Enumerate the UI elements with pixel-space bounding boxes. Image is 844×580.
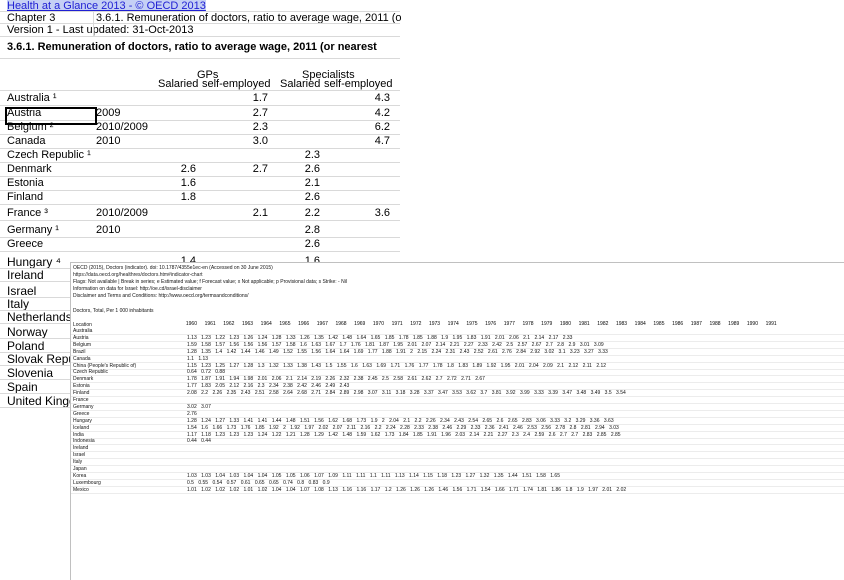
row-gp-self-employed: 2.3	[252, 121, 268, 133]
col-header-gp-self: self-employed	[202, 78, 271, 90]
table-title: 3.6.1. Remuneration of doctors, ratio to…	[7, 41, 377, 53]
overlay-year: 1979	[541, 321, 553, 327]
col-header-sp-self: self-employed	[324, 78, 393, 90]
overlay-year: 1966	[298, 321, 310, 327]
overlay-flags: Flags: Not available | Break in series; …	[73, 279, 347, 285]
overlay-year: 1990	[746, 321, 758, 327]
overlay-year: 1985	[653, 321, 665, 327]
overlay-year: 1964	[260, 321, 272, 327]
row-sp-salaried: 2.6	[304, 191, 320, 203]
row-country: Germany ¹	[7, 224, 59, 236]
row-country: Ireland	[7, 268, 44, 282]
overlay-year: 1972	[410, 321, 422, 327]
selected-cell[interactable]	[5, 107, 97, 125]
row-gp-self-employed: 2.7	[252, 163, 268, 175]
row-country: Spain	[7, 380, 38, 394]
row-sp-salaried: 2.8	[304, 224, 320, 236]
overlay-israel-note: Information on data for Israel: http://o…	[73, 286, 202, 292]
row-gp-salaried: 2.6	[180, 163, 196, 175]
overlay-year: 1962	[223, 321, 235, 327]
row-year: 2010/2009	[96, 121, 148, 133]
overlay-indicator: Doctors, Total, Per 1 000 inhabitants	[73, 308, 154, 314]
row-sp-salaried: 2.3	[304, 149, 320, 161]
row-country: Slovenia	[7, 366, 54, 380]
row-gp-self-employed: 1.7	[252, 92, 268, 104]
row-sp-salaried: 2.6	[304, 238, 320, 250]
overlay-year: 1967	[316, 321, 328, 327]
overlay-disclaimer: Disclaimer and Terms and Conditions: htt…	[73, 293, 249, 299]
overlay-year: 1980	[559, 321, 571, 327]
row-country: Estonia	[7, 177, 44, 189]
row-country: Greece	[7, 238, 44, 250]
overlay-year: 1987	[690, 321, 702, 327]
row-sp-self-employed: 3.6	[374, 207, 390, 219]
overlay-year: 1983	[615, 321, 628, 327]
row-country: Norway	[7, 325, 48, 339]
overlay-year: 1963	[241, 321, 254, 327]
overlay-source: OECD (2015), Doctors (indicator). doi: 1…	[73, 265, 273, 271]
row-country: Israel	[7, 284, 37, 298]
overlay-year: 1991	[765, 321, 777, 327]
row-year: 2010	[96, 135, 121, 147]
row-sp-self-employed: 4.7	[374, 135, 390, 147]
row-gp-self-employed: 2.1	[252, 207, 268, 219]
overlay-year: 1984	[634, 321, 646, 327]
overlay-year: 1976	[485, 321, 497, 327]
row-gp-self-employed: 3.0	[252, 135, 268, 147]
row-country: Canada	[7, 135, 46, 147]
row-gp-salaried: 1.6	[180, 177, 196, 189]
row-sp-salaried: 2.2	[304, 207, 320, 219]
overlay-year: 1965	[279, 321, 291, 327]
overlay-year: 1981	[578, 321, 590, 327]
row-sp-self-employed: 4.2	[374, 107, 390, 119]
col-header-sp-salaried: Salaried	[280, 78, 321, 90]
overlay-year: 1960	[185, 321, 197, 327]
row-sp-self-employed: 4.3	[374, 92, 390, 104]
overlay-year: 1974	[447, 321, 459, 327]
overlay-year: 1988	[709, 321, 721, 327]
row-sp-self-employed: 6.2	[374, 121, 390, 133]
row-gp-salaried: 1.8	[180, 191, 196, 203]
overlay-year: 1971	[391, 321, 403, 327]
version-label: Version 1 - Last updated: 31-Oct-2013	[7, 24, 194, 36]
overlay-sheet[interactable]: OECD (2015), Doctors (indicator). doi: 1…	[70, 262, 844, 580]
overlay-year: 1982	[597, 321, 609, 327]
row-country: Italy	[7, 297, 30, 311]
row-country: Australia ¹	[7, 92, 57, 104]
row-year: 2010/2009	[96, 207, 148, 219]
row-gp-self-employed: 2.7	[252, 107, 268, 119]
overlay-year: 1969	[354, 321, 366, 327]
overlay-year: 1973	[428, 321, 441, 327]
row-country: Finland	[7, 191, 44, 203]
row-sp-salaried: 2.1	[304, 177, 320, 189]
col-header-gp-salaried: Salaried	[158, 78, 199, 90]
row-country: Poland	[7, 339, 45, 353]
overlay-year: 1978	[522, 321, 534, 327]
row-country: Netherlands	[7, 310, 72, 324]
overlay-year: 1968	[335, 321, 347, 327]
row-country: Czech Republic ¹	[7, 149, 91, 161]
overlay-url[interactable]: https://data.oecd.org/healthres/doctors.…	[73, 272, 203, 278]
row-country: France ³	[7, 207, 48, 219]
row-country: Denmark	[7, 163, 52, 175]
overlay-year: 1961	[204, 321, 216, 327]
overlay-year: 1989	[728, 321, 740, 327]
row-year: 2009	[96, 107, 121, 119]
overlay-year: 1970	[372, 321, 384, 327]
overlay-year: 1977	[503, 321, 515, 327]
row-sp-salaried: 2.6	[304, 163, 320, 175]
overlay-year: 1986	[672, 321, 684, 327]
row-year: 2010	[96, 224, 121, 236]
row-country: Hungary ⁴	[7, 255, 61, 269]
overlay-year: 1975	[466, 321, 478, 327]
